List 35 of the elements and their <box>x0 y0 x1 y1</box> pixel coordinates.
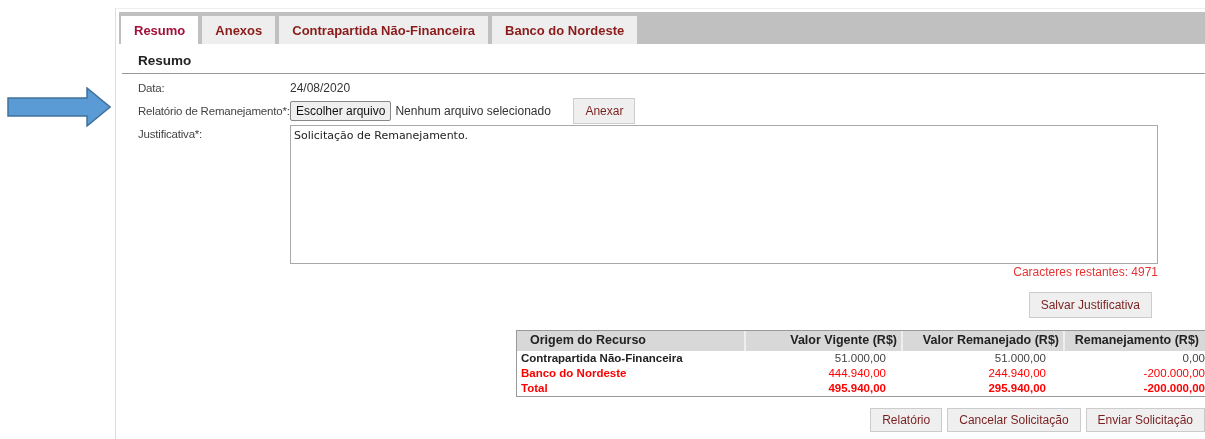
remaining-characters: Caracteres restantes: 4971 <box>1013 265 1158 279</box>
table-cell-text: Contrapartida Não-Financeira <box>520 351 684 366</box>
tab[interactable]: Banco do Nordeste <box>492 16 638 44</box>
table-cell-text: 51.000,00 <box>993 351 1047 366</box>
table-cell-text: 444.940,00 <box>827 366 887 381</box>
table-cell-text: 51.000,00 <box>833 351 887 366</box>
column-header: Valor Remanejado (R$) <box>901 331 1063 351</box>
tab[interactable]: Anexos <box>202 16 276 44</box>
justification-field[interactable]: Solicitação de Remanejamento. <box>290 125 1158 264</box>
arrow-icon <box>7 87 111 127</box>
tab[interactable]: Resumo <box>121 16 199 44</box>
date-value: 24/08/2020 <box>290 81 351 95</box>
tab[interactable]: Contrapartida Não-Financeira <box>279 16 489 44</box>
table-cell-text: Total <box>520 381 549 396</box>
table-cell-text: Banco do Nordeste <box>520 366 628 381</box>
table-cell-text: -200.000,00 <box>1142 381 1205 396</box>
column-header: Valor Vigente (R$) <box>744 331 901 351</box>
attach-button[interactable]: Anexar <box>573 97 636 124</box>
field-label: Relatório de Remanejamento*: <box>138 104 290 117</box>
field-label: Justificativa*: <box>138 127 204 140</box>
table-cell-text: 0,00 <box>1181 351 1205 366</box>
action-button[interactable]: Relatório <box>870 408 943 432</box>
column-header: Remanejamento (R$) <box>1063 331 1205 351</box>
table-cell-text: 295.940,00 <box>987 381 1047 396</box>
file-status: Nenhum arquivo selecionado <box>395 103 552 118</box>
section-title: Resumo <box>137 52 193 70</box>
choose-file-button[interactable]: Escolher arquivo <box>290 100 392 121</box>
table-cell-text: 495.940,00 <box>827 381 887 396</box>
save-justification-button[interactable]: Salvar Justificativa <box>1028 292 1152 318</box>
column-header: Origem do Recurso <box>529 332 647 349</box>
table-cell-text: -200.000,00 <box>1142 366 1205 381</box>
table-cell-text: 244.940,00 <box>987 366 1047 381</box>
action-button[interactable]: Cancelar Solicitação <box>947 408 1081 432</box>
action-button[interactable]: Enviar Solicitação <box>1085 408 1205 432</box>
field-label: Data: <box>138 82 166 94</box>
